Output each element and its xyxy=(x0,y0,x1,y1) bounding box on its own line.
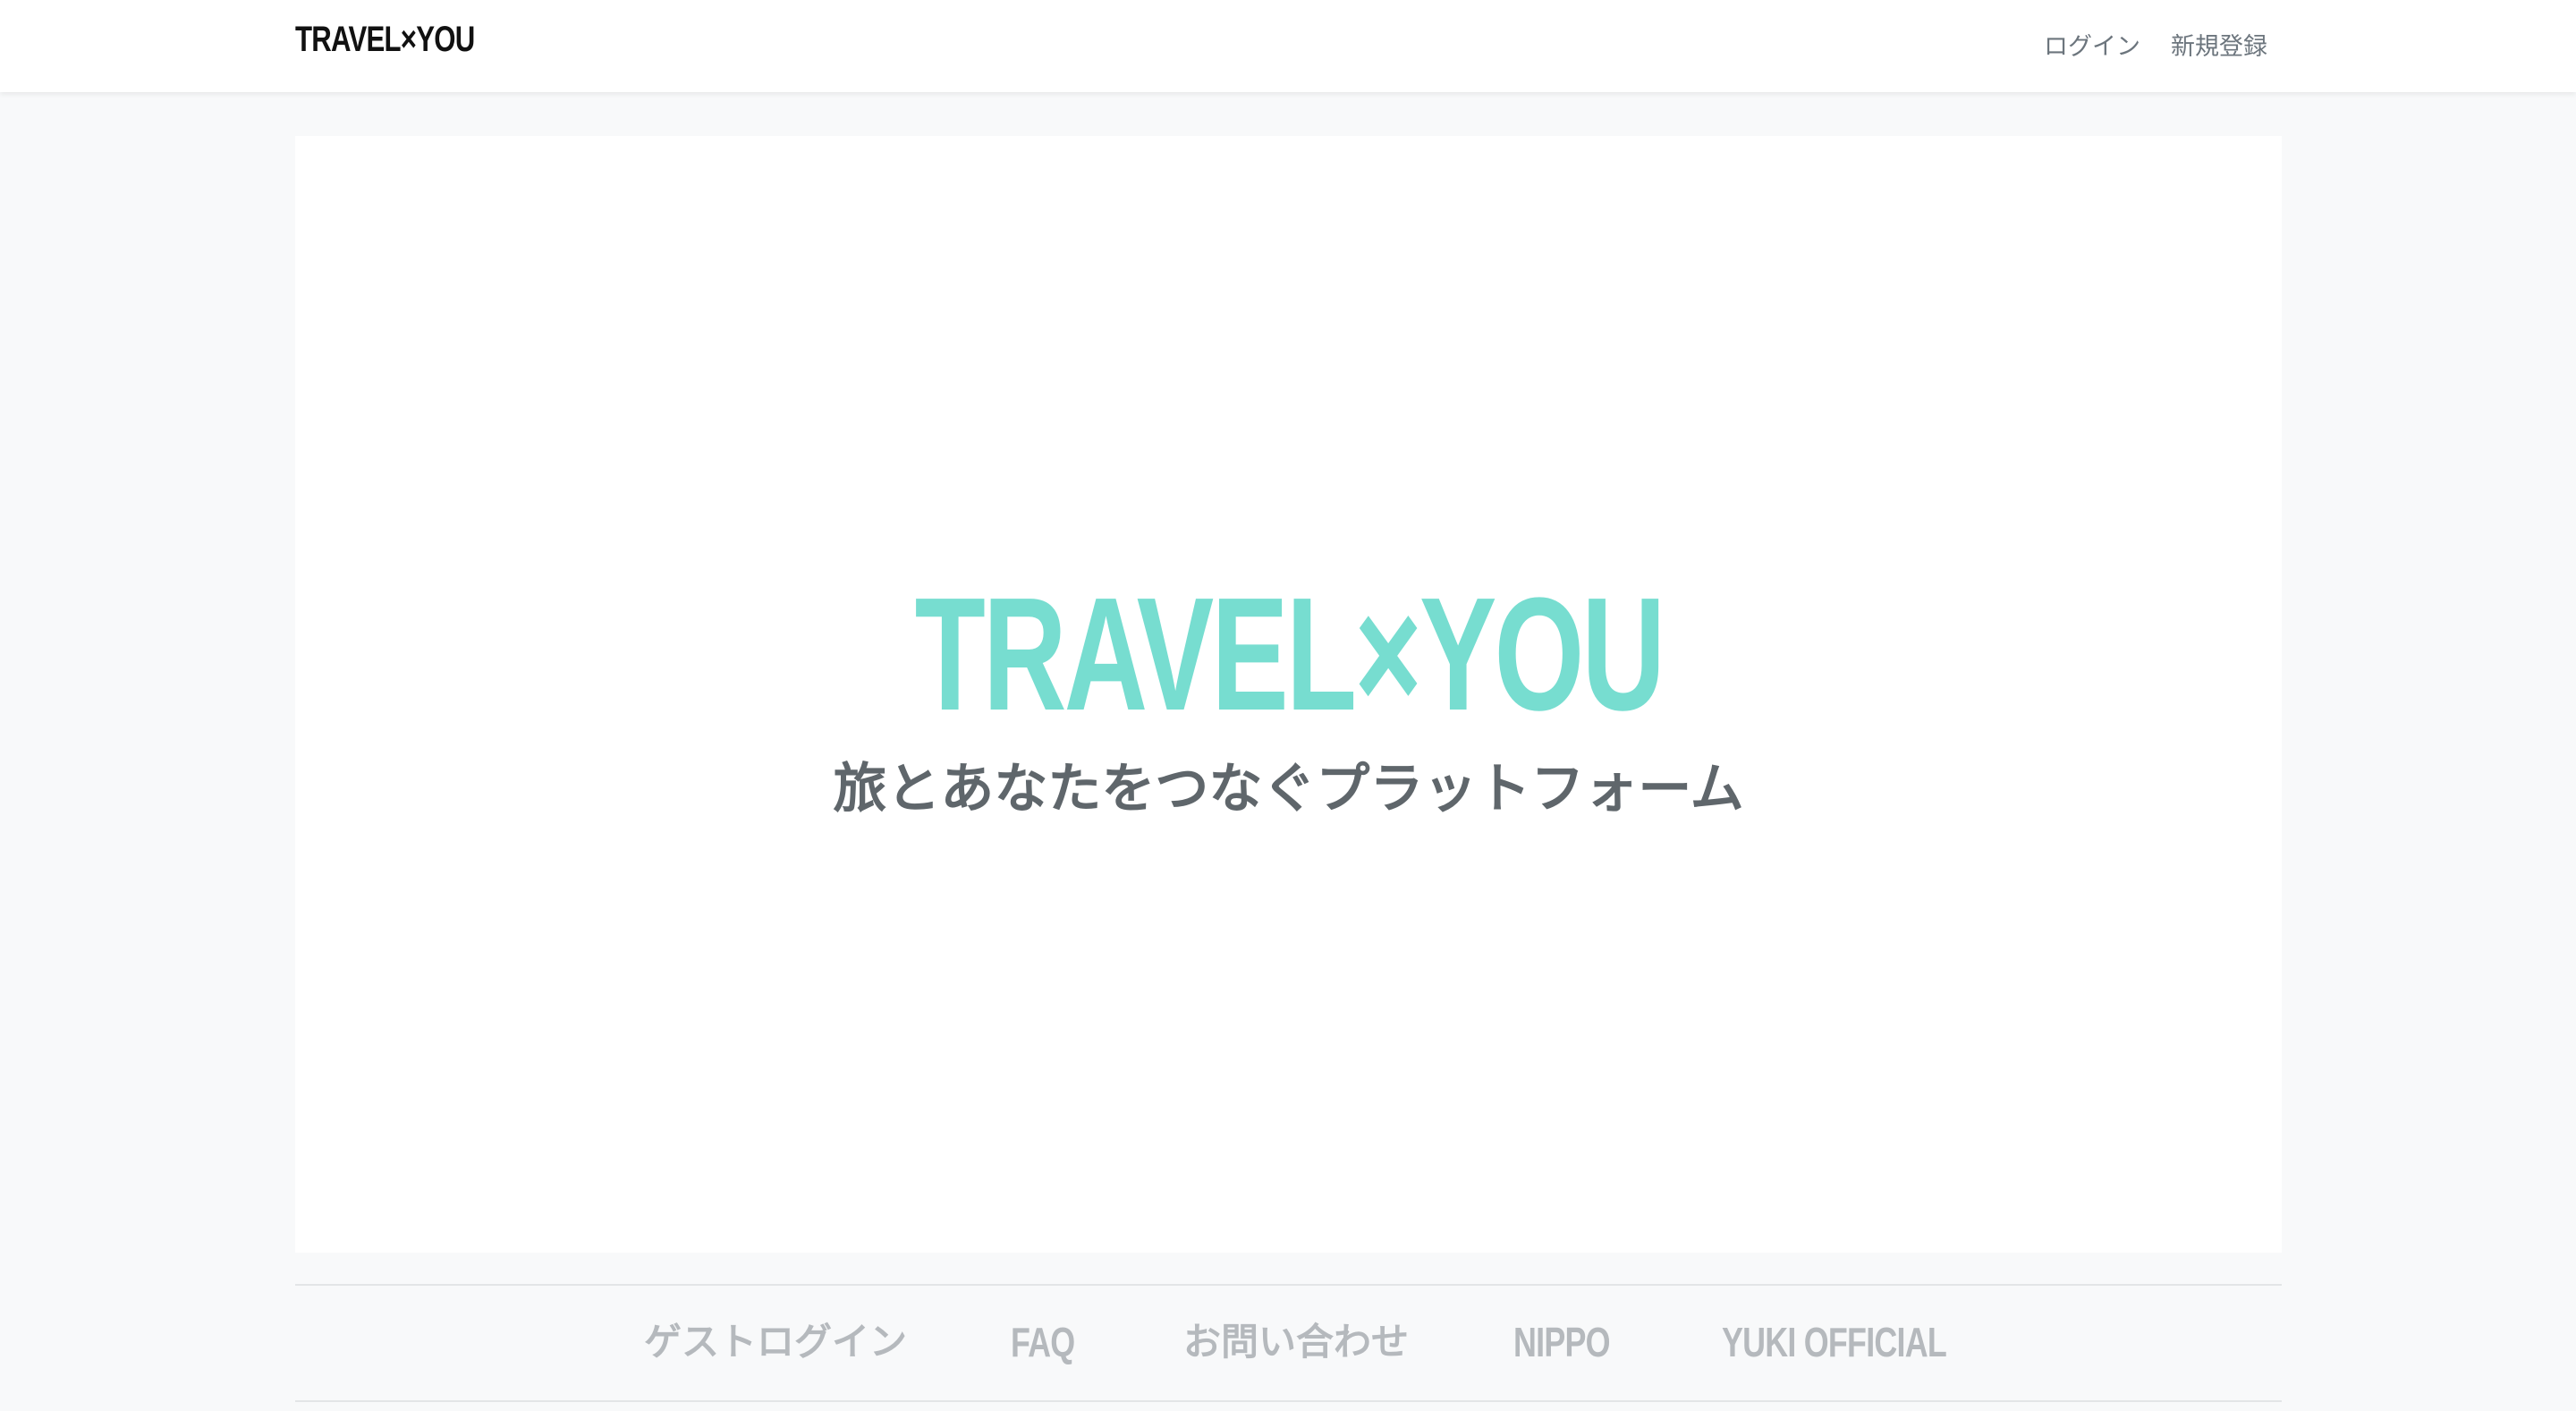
footer-nav: ゲストログイン FAQ お問い合わせ NIPPO YUKI OFFICIAL xyxy=(295,1315,2282,1369)
login-link[interactable]: ログイン xyxy=(2044,27,2140,62)
hero-subtitle: 旅とあなたをつなぐプラットフォーム xyxy=(833,758,1744,820)
hero-section: TRAVEL×YOU 旅とあなたをつなぐプラットフォーム xyxy=(295,136,2282,1253)
brand-logo-link[interactable]: TRAVEL×YOU xyxy=(295,20,475,60)
nippo-link[interactable]: NIPPO xyxy=(1513,1315,1611,1369)
faq-link[interactable]: FAQ xyxy=(1011,1315,1075,1369)
footer-divider-bottom xyxy=(295,1400,2282,1402)
top-navbar: TRAVEL×YOU ログイン 新規登録 xyxy=(0,0,2576,92)
signup-link[interactable]: 新規登録 xyxy=(2171,27,2267,62)
yuki-official-link[interactable]: YUKI OFFICIAL xyxy=(1722,1315,1947,1369)
hero-title: TRAVEL×YOU xyxy=(295,565,2282,744)
guest-login-link[interactable]: ゲストログイン xyxy=(644,1315,907,1369)
nav-links: ログイン 新規登録 xyxy=(2044,27,2267,62)
contact-link[interactable]: お問い合わせ xyxy=(1183,1315,1409,1369)
hero-title-text: TRAVEL×YOU xyxy=(914,565,1665,744)
footer-divider-top xyxy=(295,1284,2282,1286)
